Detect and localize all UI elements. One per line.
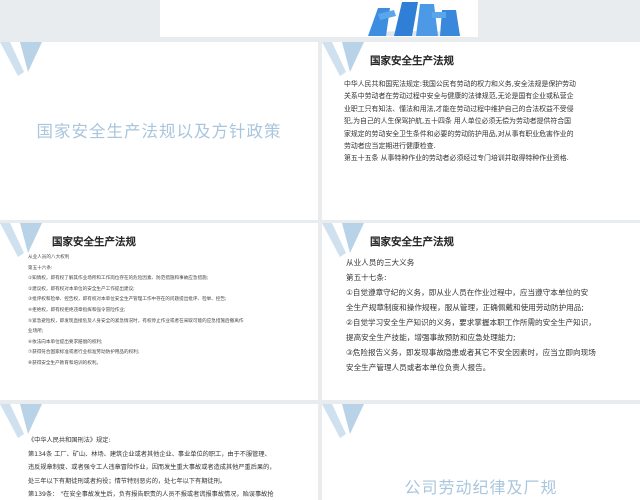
text-line: ③危险报告义务，即发现事故隐患或者其它不安全因素时，应当立即向现场: [346, 348, 596, 357]
slide-title: 国家安全生产法规: [52, 236, 136, 248]
text-line: 第134条 工厂、矿山、林场、建筑企业或者其他企业、事业单位的职工，由于不服管理…: [28, 450, 271, 458]
text-line: 全生产规章制度和操作规程，服从管理，正确佩戴和使用劳动防护用品;: [346, 303, 584, 312]
text-line: 从业人员的八大权利: [28, 255, 70, 260]
slide-title: 国家安全生产法规: [370, 236, 454, 248]
text-line: 关系中劳动者在劳动过程中安全与健康的法律规范,无论是国有企业或私营企: [344, 92, 574, 101]
chevron-logo-icon: [0, 42, 42, 76]
slide-criminal-law: 《中华人民共和国刑法》规定: 第134条 工厂、矿山、林场、建筑企业或者其他企业…: [0, 404, 318, 500]
text-line: 第五十七条:: [346, 273, 387, 282]
text-line: 犯,为自己的人生保驾护航,五十四条 用人单位必须无偿为劳动者提供符合国: [344, 117, 572, 126]
slide-top-partial: [160, 0, 478, 37]
text-line: 第五十六条:: [28, 265, 53, 271]
text-line: 劳动者应当定期进行健康检查.: [344, 142, 436, 151]
slide-title: 国家安全生产法规: [370, 55, 454, 67]
text-line: 家规定的劳动安全卫生条件和必要的劳动防护用品,对从事有职业危害作业的: [344, 129, 574, 138]
text-line: 《中华人民共和国刑法》规定:: [28, 437, 111, 444]
text-line: ⑧获得安全生产教育和培训的权利。: [28, 360, 102, 366]
chevron-logo-icon: [322, 223, 364, 257]
section-title: 公司劳动纪律及厂规: [404, 478, 558, 497]
text-line: 第五十五条 从事特种作业的劳动者必须经过专门培训并取得特种作业资格.: [344, 154, 569, 163]
duties-list: 从业人员的三大义务 第五十七条: ①自觉遵章守纪的义务，即从业人员在作业过程中，…: [346, 255, 596, 375]
text-line: ③批评权和检举、控告权，即有权对本单位安全生产管理工作中存在的问题提出批评、检举…: [28, 297, 227, 303]
text-line: ⑦获得符合国家标准或者行业标准劳动防护用品的权利;: [28, 350, 140, 356]
text-line: 提高安全生产技能，增强事故预防和应急处理能力;: [346, 333, 516, 342]
text-line: 处三年以下有期徒刑或者拘役；情节特别恶劣的，处七年以下有期徒刑。: [28, 477, 226, 485]
criminal-law-text: 《中华人民共和国刑法》规定: 第134条 工厂、矿山、林场、建筑企业或者其他企业…: [28, 434, 276, 500]
text-line: ②自觉学习安全生产知识的义务，要求掌握本职工作所需的安全生产知识，: [346, 318, 596, 327]
text-line: ⑤紧急避险权，即发现直接危及人身安全的紧急情况时，有权停止作业或者在采取可能的应…: [28, 318, 244, 324]
slide-national-law-1: 国家安全生产法规 中华人民共和国宪法规定:我国公民有劳动的权力和义务,安全法规是…: [322, 42, 640, 220]
rights-list: 从业人员的八大权利 第五十六条: ①知情权，即有权了解其作业场所和工作岗位存在的…: [28, 253, 243, 370]
text-line: ①知情权，即有权了解其作业场所和工作岗位存在的危险因素、防范措施和事故应急措施;: [28, 276, 209, 282]
chevron-logo-icon: [0, 404, 42, 438]
slide-national-law-2: 国家安全生产法规 从业人员的八大权利 第五十六条: ①知情权，即有权了解其作业场…: [0, 223, 318, 400]
slide-company-discipline: 公司劳动纪律及厂规: [322, 404, 640, 500]
chevron-logo-icon: [322, 404, 364, 438]
people-figures-illustration: [368, 2, 461, 36]
text-line: 业职工只有知法、懂法和用法,才能在劳动过程中维护自己的合法权益不受侵: [344, 104, 574, 113]
text-line: ②建议权，即有权对本单位的安全生产工作提出建议;: [28, 286, 135, 292]
chevron-logo-icon: [0, 223, 42, 257]
text-line: ④拒绝权，即有权拒绝违章指挥和强令冒险作业;: [28, 307, 126, 313]
text-line: 业场所;: [28, 329, 44, 335]
law-paragraph: 中华人民共和国宪法规定:我国公民有劳动的权力和义务,安全法规是保护劳动 关系中劳…: [344, 78, 576, 165]
text-line: ①自觉遵章守纪的义务，即从业人员在作业过程中，应当遵守本单位的安: [346, 288, 589, 297]
section-title: 国家安全生产法规以及方针政策: [36, 122, 282, 141]
text-line: ⑥依法向本单位提出要求赔偿的权利;: [28, 339, 103, 345]
text-line: 中华人民共和国宪法规定:我国公民有劳动的权力和义务,安全法规是保护劳动: [344, 80, 576, 88]
text-line: 第139条： "在安全事故发生后，负有报告职责的人员不报或者谎报事故情况，贻误事…: [28, 491, 274, 499]
slide-title-regulations: 国家安全生产法规以及方针政策: [0, 42, 318, 220]
text-line: 从业人员的三大义务: [346, 258, 415, 267]
slide-national-law-3: 国家安全生产法规 从业人员的三大义务 第五十七条: ①自觉遵章守纪的义务，即从业…: [322, 223, 640, 400]
text-line: 违反规章制度、或者强令工人违章冒险作业，因而发生重大事故或者造成其他严重后果的，: [28, 464, 276, 472]
text-line: 安全生产管理人员或者本单位负责人报告。: [346, 363, 491, 372]
chevron-logo-icon: [322, 42, 364, 76]
